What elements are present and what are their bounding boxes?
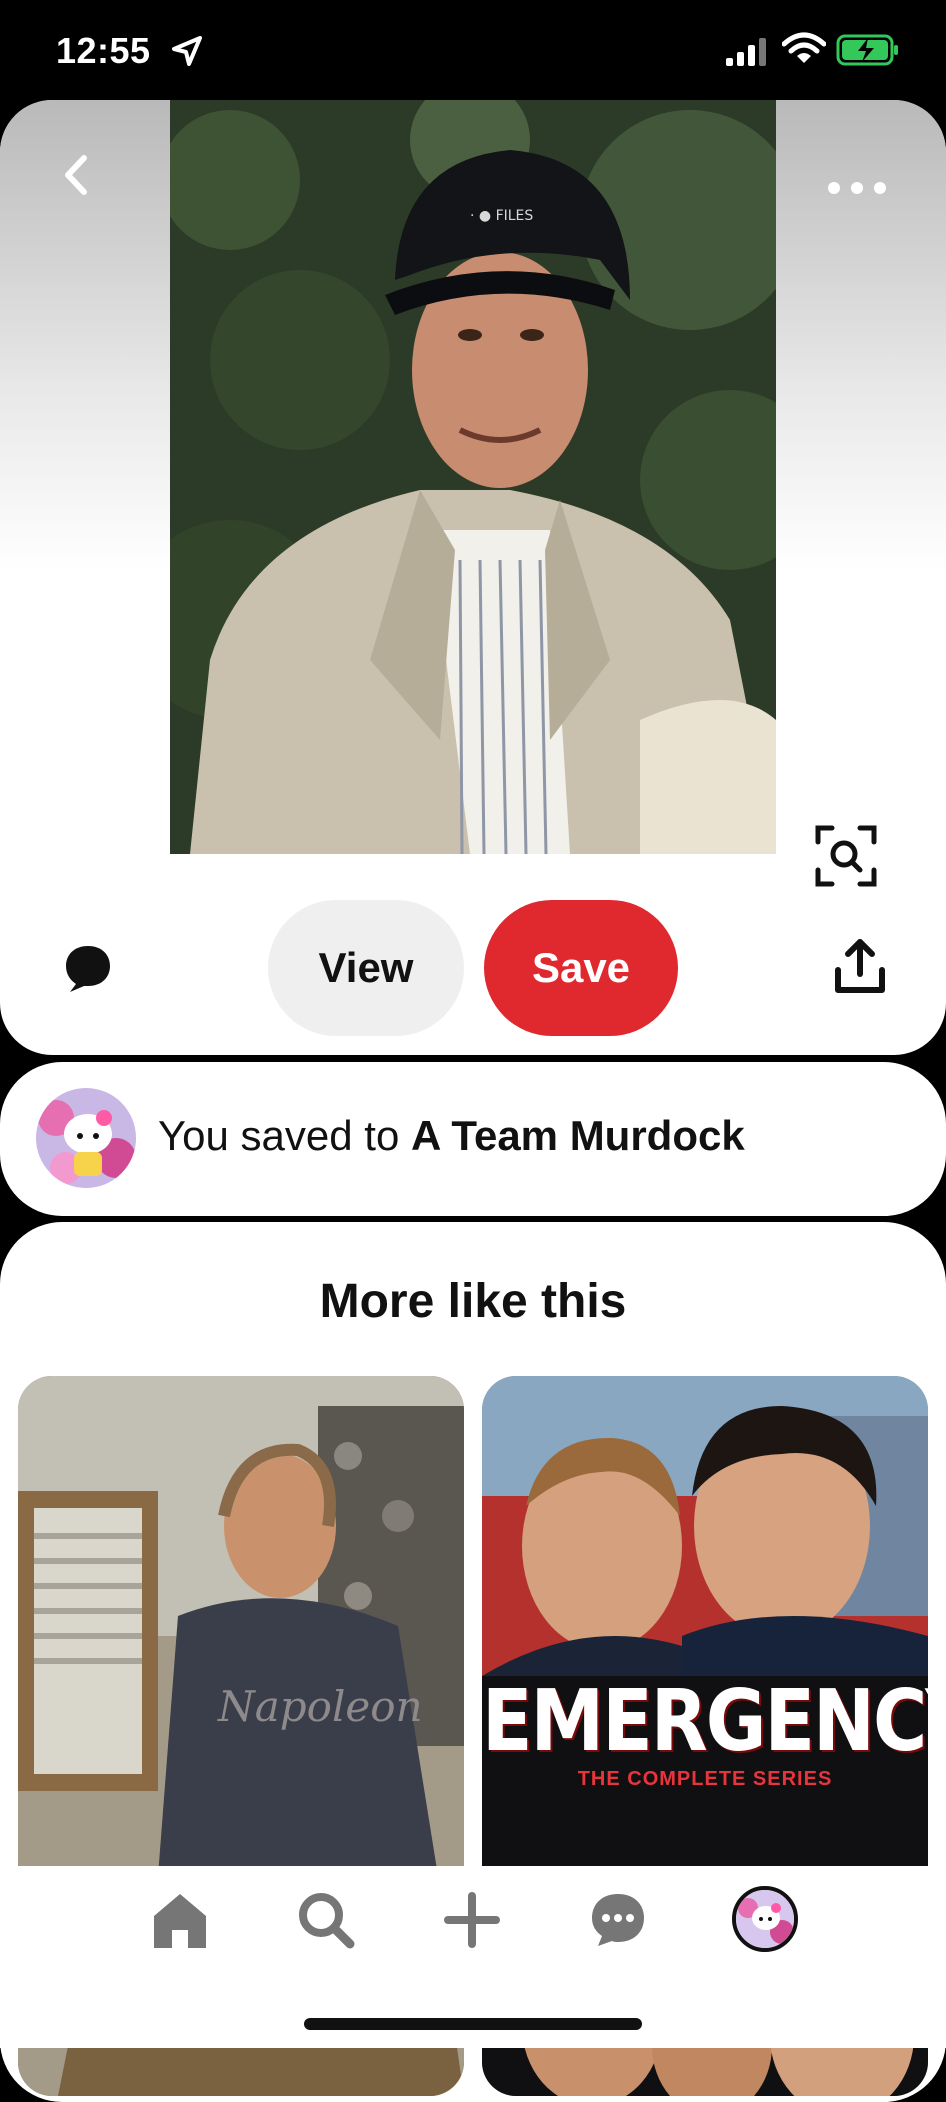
saved-prefix: You saved to <box>158 1112 411 1159</box>
svg-text:Napoleon: Napoleon <box>217 1682 423 1731</box>
messages-icon[interactable] <box>586 1888 650 1952</box>
status-time: 12:55 <box>56 30 151 71</box>
more-dots-icon[interactable] <box>820 168 894 208</box>
visual-search-icon[interactable] <box>810 820 882 892</box>
status-bar: 12:55 <box>0 0 946 100</box>
saved-board-name[interactable]: A Team Murdock <box>411 1112 745 1159</box>
signal-icon <box>726 38 766 66</box>
back-chevron-icon[interactable] <box>50 148 104 202</box>
home-icon[interactable] <box>148 1888 212 1952</box>
poster-subtitle: THE COMPLETE SERIES <box>577 1768 833 1790</box>
comment-icon[interactable] <box>60 940 116 996</box>
board-avatar <box>36 1088 136 1188</box>
poster-title: EMERGENCY! <box>482 1671 928 1771</box>
bottom-tab-bar <box>0 1866 946 2048</box>
section-heading: More like this <box>319 1275 627 1328</box>
save-button[interactable]: Save <box>484 900 678 1036</box>
home-indicator <box>304 2018 642 2030</box>
location-arrow-icon <box>172 36 202 66</box>
pin-image[interactable]: · ● FILES <box>170 100 776 854</box>
battery-charging-icon <box>836 34 898 66</box>
saved-to-text: You saved to A Team Murdock <box>158 1112 745 1160</box>
profile-tab-avatar[interactable] <box>732 1886 798 1952</box>
saved-notice[interactable]: You saved to A Team Murdock <box>0 1062 946 1216</box>
share-icon[interactable] <box>830 936 890 998</box>
search-icon[interactable] <box>294 1888 358 1952</box>
plus-icon[interactable] <box>440 1888 504 1952</box>
pin-card: · ● FILES View Save <box>0 100 946 1055</box>
svg-text:· ● FILES: · ● FILES <box>470 208 533 224</box>
view-button[interactable]: View <box>268 900 464 1036</box>
wifi-icon <box>782 32 826 63</box>
